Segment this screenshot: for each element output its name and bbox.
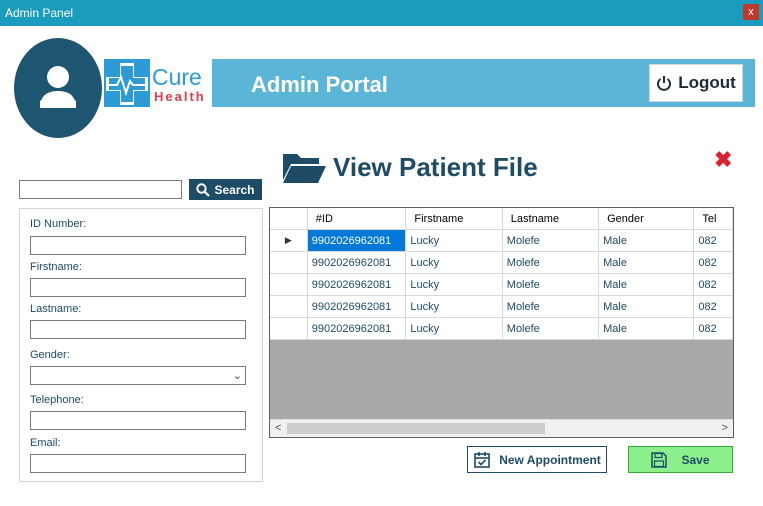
scroll-left-button[interactable]: < bbox=[275, 422, 281, 434]
gender-label: Gender: bbox=[30, 349, 70, 361]
search-input[interactable] bbox=[19, 180, 182, 199]
column-header-telephone[interactable]: Tel bbox=[693, 208, 733, 230]
table-cell[interactable]: Male bbox=[598, 295, 695, 318]
row-header[interactable] bbox=[270, 273, 308, 296]
patient-grid[interactable]: #ID Firstname Lastname Gender Tel ▶ 9902… bbox=[269, 207, 734, 438]
table-row[interactable]: 9902026962081 Lucky Molefe Male 082 bbox=[270, 295, 733, 318]
table-cell[interactable]: Molefe bbox=[502, 295, 600, 318]
gender-select[interactable]: ⌄ bbox=[30, 366, 246, 385]
save-label: Save bbox=[681, 452, 710, 467]
table-cell[interactable]: Molefe bbox=[502, 273, 600, 296]
header-banner: Admin Portal Logout bbox=[212, 59, 755, 107]
close-icon[interactable]: ✖ bbox=[714, 149, 732, 171]
telephone-label: Telephone: bbox=[30, 394, 84, 406]
email-label: Email: bbox=[30, 437, 61, 449]
table-cell[interactable]: Male bbox=[598, 229, 695, 252]
table-cell[interactable]: Male bbox=[598, 251, 695, 274]
chevron-down-icon: ⌄ bbox=[232, 370, 242, 382]
table-cell[interactable]: Lucky bbox=[405, 273, 503, 296]
calendar-check-icon bbox=[474, 451, 491, 468]
id-number-label: ID Number: bbox=[30, 218, 87, 230]
table-cell[interactable]: 9902026962081 bbox=[307, 273, 407, 296]
current-row-indicator[interactable]: ▶ bbox=[270, 229, 308, 252]
table-cell[interactable]: Male bbox=[598, 317, 695, 340]
user-avatar bbox=[14, 38, 102, 138]
new-appointment-label: New Appointment bbox=[499, 452, 601, 467]
table-cell[interactable]: Lucky bbox=[405, 229, 503, 252]
table-cell[interactable]: Lucky bbox=[405, 317, 503, 340]
id-number-field[interactable] bbox=[30, 236, 246, 255]
table-cell[interactable]: Male bbox=[598, 273, 695, 296]
logout-label: Logout bbox=[678, 73, 736, 92]
row-header[interactable] bbox=[270, 317, 308, 340]
table-row[interactable]: 9902026962081 Lucky Molefe Male 082 bbox=[270, 251, 733, 274]
save-button[interactable]: Save bbox=[628, 446, 733, 473]
table-cell[interactable]: 082 bbox=[693, 317, 733, 340]
scrollbar-thumb[interactable] bbox=[287, 423, 545, 434]
row-header[interactable] bbox=[270, 295, 308, 318]
window-titlebar: Admin Panel x bbox=[0, 0, 763, 26]
new-appointment-button[interactable]: New Appointment bbox=[467, 446, 607, 473]
table-cell[interactable]: Lucky bbox=[405, 251, 503, 274]
table-cell[interactable]: 082 bbox=[693, 229, 733, 252]
telephone-field[interactable] bbox=[30, 411, 246, 430]
table-header-row: #ID Firstname Lastname Gender Tel bbox=[270, 208, 733, 230]
table-cell[interactable]: 9902026962081 bbox=[307, 317, 407, 340]
user-icon bbox=[40, 66, 76, 108]
logout-button[interactable]: Logout bbox=[649, 64, 743, 102]
table-row[interactable]: 9902026962081 Lucky Molefe Male 082 bbox=[270, 273, 733, 296]
folder-open-icon bbox=[283, 154, 326, 183]
window-title: Admin Panel bbox=[5, 6, 74, 20]
row-header[interactable] bbox=[270, 251, 308, 274]
table-cell[interactable]: Molefe bbox=[502, 317, 600, 340]
scroll-right-button[interactable]: > bbox=[722, 422, 728, 434]
header-title: Admin Portal bbox=[251, 72, 388, 97]
column-header-firstname[interactable]: Firstname bbox=[405, 208, 503, 230]
lastname-field[interactable] bbox=[30, 320, 246, 339]
horizontal-scrollbar[interactable]: < > bbox=[270, 419, 733, 437]
power-icon bbox=[657, 76, 672, 91]
email-field[interactable] bbox=[30, 454, 246, 473]
page-heading: View Patient File bbox=[281, 148, 538, 186]
column-header-lastname[interactable]: Lastname bbox=[502, 208, 600, 230]
patient-form: ID Number: Firstname: Lastname: Gender: … bbox=[19, 208, 263, 482]
table-cell[interactable]: 082 bbox=[693, 273, 733, 296]
firstname-field[interactable] bbox=[30, 278, 246, 297]
table-cell[interactable]: 9902026962081 bbox=[307, 251, 407, 274]
firstname-label: Firstname: bbox=[30, 261, 82, 273]
table-cell[interactable]: Molefe bbox=[502, 251, 600, 274]
row-header-corner bbox=[270, 208, 308, 230]
column-header-id[interactable]: #ID bbox=[307, 208, 407, 230]
search-button-label: Search bbox=[214, 182, 255, 197]
table-cell[interactable]: 9902026962081 bbox=[307, 229, 407, 252]
search-button[interactable]: Search bbox=[189, 179, 262, 200]
cure-health-logo: Cure Health bbox=[104, 59, 214, 107]
column-header-gender[interactable]: Gender bbox=[598, 208, 695, 230]
table-row[interactable]: ▶ 9902026962081 Lucky Molefe Male 082 bbox=[270, 229, 733, 252]
patient-table: #ID Firstname Lastname Gender Tel ▶ 9902… bbox=[270, 208, 733, 340]
page-title: View Patient File bbox=[333, 151, 538, 182]
table-cell[interactable]: 082 bbox=[693, 251, 733, 274]
table-row[interactable]: 9902026962081 Lucky Molefe Male 082 bbox=[270, 317, 733, 340]
logo-cure-text: Cure bbox=[152, 64, 202, 90]
logo-health-text: Health bbox=[154, 89, 206, 104]
table-cell[interactable]: Lucky bbox=[405, 295, 503, 318]
table-cell[interactable]: 082 bbox=[693, 295, 733, 318]
table-cell[interactable]: Molefe bbox=[502, 229, 600, 252]
lastname-label: Lastname: bbox=[30, 303, 82, 315]
floppy-disk-icon bbox=[651, 451, 668, 468]
search-icon bbox=[196, 182, 211, 197]
window-close-button[interactable]: x bbox=[743, 4, 759, 20]
table-cell[interactable]: 9902026962081 bbox=[307, 295, 407, 318]
